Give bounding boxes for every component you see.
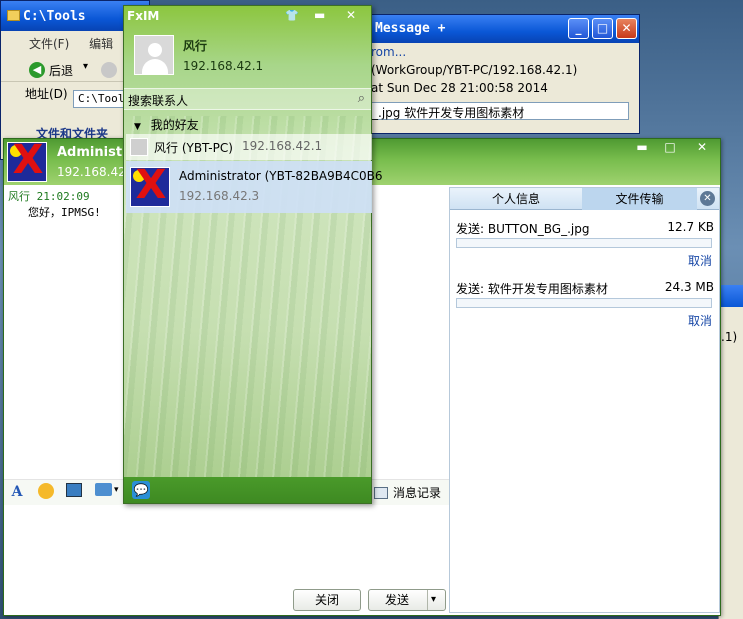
contact-name: Administ	[57, 145, 123, 160]
user-name: 风行	[183, 39, 208, 53]
transfer-progress	[456, 298, 712, 308]
send-divider	[427, 590, 428, 610]
close-icon[interactable]: ✕	[692, 139, 712, 155]
close-chat-button[interactable]: 关闭	[293, 589, 361, 611]
search-contacts-input[interactable]: 搜索联系人 ⌕	[124, 88, 371, 110]
chat-bottom-bar: 关闭 发送 ▾	[4, 585, 449, 615]
cancel-transfer-link[interactable]: 取消	[688, 252, 712, 269]
avatar-head	[148, 43, 162, 57]
contact-item[interactable]: X Administrator (YBT-82BA9B4C0B6 192.168…	[126, 161, 383, 213]
send-button-label: 发送	[385, 593, 410, 607]
cancel-transfer-link[interactable]: 取消	[688, 312, 712, 329]
right-window-fragment: .1)	[721, 330, 738, 344]
folder-icon	[7, 10, 20, 21]
right-window-titlebar[interactable]	[719, 285, 743, 307]
message-window: Message + _ □ ✕ rom... (WorkGroup/YBT-PC…	[330, 14, 640, 134]
search-placeholder: 搜索联系人	[128, 94, 189, 108]
transfer-size: 12.7 KB	[667, 220, 714, 234]
send-options-icon[interactable]: ▾	[431, 590, 436, 610]
explorer-title: C:\Tools	[23, 9, 86, 24]
maximize-button[interactable]: □	[592, 18, 613, 39]
user-avatar[interactable]	[134, 35, 174, 75]
minimize-button[interactable]: _	[568, 18, 589, 39]
contact-ip: 192.168.42.1	[242, 139, 323, 153]
user-ip: 192.168.42.1	[183, 59, 264, 73]
contact-item[interactable]: 风行 (YBT-PC) 192.168.42.1	[126, 134, 372, 160]
tab-file-transfer[interactable]: 文件传输	[582, 188, 697, 210]
close-icon[interactable]: ✕	[346, 8, 356, 22]
group-my-friends[interactable]: ▼ 我的好友	[134, 116, 199, 133]
transfer-label: 发送: BUTTON_BG_.jpg	[456, 222, 590, 236]
minimize-icon[interactable]: ▬	[632, 139, 652, 155]
tab-personal-info[interactable]: 个人信息	[450, 188, 582, 210]
host-line: (WorkGroup/YBT-PC/192.168.42.1)	[371, 63, 578, 77]
font-icon[interactable]: A	[8, 483, 26, 501]
from-line: rom...	[371, 45, 407, 59]
emoji-icon[interactable]	[37, 483, 55, 501]
group-label: 我的好友	[150, 118, 199, 132]
message-sender: 风行 21:02:09	[8, 190, 90, 203]
message-input[interactable]	[4, 505, 449, 587]
transfer-label: 发送: 软件开发专用图标素材	[456, 282, 608, 296]
address-label: 地址(D)	[25, 87, 68, 101]
contact-ip: 192.168.42.	[57, 165, 130, 179]
fxim-footer: 💬	[124, 477, 371, 503]
panel-tabs: 个人信息 文件传输 ✕	[450, 188, 719, 210]
fxim-title: FxIM	[127, 9, 160, 23]
contact-avatar: X	[130, 167, 170, 207]
history-icon[interactable]	[374, 487, 388, 499]
maximize-icon[interactable]: □	[660, 139, 680, 155]
menu-edit[interactable]: 编辑	[89, 37, 113, 51]
contact-name: Administrator (YBT-82BA9B4C0B6	[179, 169, 383, 183]
avatar-body	[142, 59, 168, 75]
message-text: 您好，IPMSG!	[28, 206, 101, 219]
x-icon: X	[12, 142, 44, 182]
right-window: .1)	[718, 285, 743, 619]
forward-icon[interactable]	[101, 62, 117, 78]
fxim-panel: FxIM 👕 ▬ ✕ 风行 192.168.42.1 搜索联系人 ⌕ ▼ 我的好…	[123, 5, 383, 504]
history-button[interactable]: 消息记录	[393, 484, 441, 501]
minimize-icon[interactable]: ▬	[314, 8, 325, 22]
send-button[interactable]: 发送 ▾	[368, 589, 446, 611]
menu-file[interactable]: 文件(F)	[29, 37, 69, 51]
transfer-progress	[456, 238, 712, 248]
contact-avatar	[130, 138, 148, 156]
transfer-size: 24.3 MB	[664, 280, 714, 294]
contact-ip: 192.168.42.3	[179, 189, 260, 203]
contact-name: 风行 (YBT-PC)	[154, 141, 233, 155]
contact-avatar: X	[7, 142, 47, 182]
x-icon: X	[135, 167, 167, 207]
image-icon[interactable]	[65, 483, 83, 501]
transfer-panel: 个人信息 文件传输 ✕ 发送: BUTTON_BG_.jpg 12.7 KB 取…	[449, 187, 720, 613]
search-icon[interactable]: ⌕	[358, 91, 365, 106]
date-line: at Sun Dec 28 21:00:58 2014	[371, 81, 548, 95]
panel-close-icon[interactable]: ✕	[700, 191, 715, 206]
message-title: Message +	[375, 21, 446, 36]
close-button[interactable]: ✕	[616, 18, 637, 39]
folder-dropdown-icon[interactable]: ▾	[114, 485, 119, 495]
file-field[interactable]: _.jpg 软件开发专用图标素材	[367, 102, 629, 120]
skin-icon[interactable]: 👕	[285, 9, 299, 22]
back-dropdown-icon[interactable]: ▾	[83, 61, 88, 72]
folder-send-icon[interactable]	[94, 483, 112, 501]
back-arrow-icon[interactable]: ◀	[29, 62, 45, 78]
back-button[interactable]: 后退	[49, 62, 73, 79]
chevron-down-icon: ▼	[134, 122, 141, 132]
chat-bubble-icon[interactable]: 💬	[132, 481, 150, 499]
